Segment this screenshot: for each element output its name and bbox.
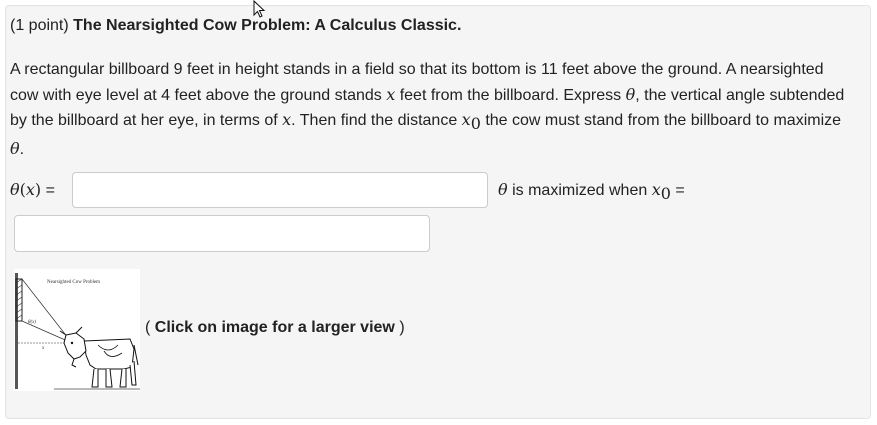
math-var: θ <box>10 138 20 158</box>
equals-sign: = <box>41 182 55 199</box>
cow-figure-thumbnail[interactable]: Nearsighted Cow Problem θ(x) x <box>14 269 140 391</box>
problem-points: (1 point) <box>10 17 69 34</box>
math-var: x <box>386 84 396 104</box>
cow-illustration: Nearsighted Cow Problem θ(x) x <box>15 273 140 390</box>
math-var: θ <box>10 180 20 199</box>
math-var: x0 <box>651 180 671 203</box>
math-var: x <box>25 180 35 199</box>
answer-text: is maximized when <box>507 182 652 199</box>
problem-text: the cow must stand from the billboard to… <box>480 112 842 129</box>
cow-eye <box>70 341 74 345</box>
angle-label: θ(x) <box>28 320 36 325</box>
theta-answer-label: θ(x) = <box>10 180 55 200</box>
problem-header: (1 point) The Nearsighted Cow Problem: A… <box>10 16 461 36</box>
hint-text: Click on image for a larger view <box>154 319 395 336</box>
mouse-pointer-icon <box>253 0 267 25</box>
answer-row: θ(x) = θ is maximized when x0 = <box>10 172 860 208</box>
math-var-sub: 0 <box>470 114 481 134</box>
distance-label: x <box>41 346 45 351</box>
figure-caption: Nearsighted Cow Problem <box>47 280 100 285</box>
math-var-base: x <box>651 180 661 199</box>
hint-open-paren: ( <box>145 319 155 336</box>
math-var-sub: 0 <box>660 184 671 204</box>
math-var: x0 <box>461 110 481 133</box>
problem-title: The Nearsighted Cow Problem: A Calculus … <box>73 17 462 34</box>
problem-text: . Then find the distance <box>291 112 462 129</box>
problem-text: . <box>19 140 25 158</box>
enlarge-image-link[interactable]: ( Click on image for a larger view ) <box>145 319 405 337</box>
xmax-answer-label: θ is maximized when x0 = <box>498 180 685 203</box>
math-var: θ <box>498 180 508 199</box>
xmax-answer-input[interactable] <box>14 215 430 252</box>
math-var: θ <box>625 84 636 104</box>
hint-close-paren: ) <box>394 319 405 336</box>
math-var: x <box>282 110 292 129</box>
cow-drawing <box>59 326 139 388</box>
problem-text: feet from the billboard. Express <box>395 86 626 104</box>
math-var-base: x <box>461 110 471 129</box>
theta-answer-input[interactable] <box>72 172 488 208</box>
problem-statement: A rectangular billboard 9 feet in height… <box>10 58 848 162</box>
equals-sign: = <box>670 182 685 199</box>
